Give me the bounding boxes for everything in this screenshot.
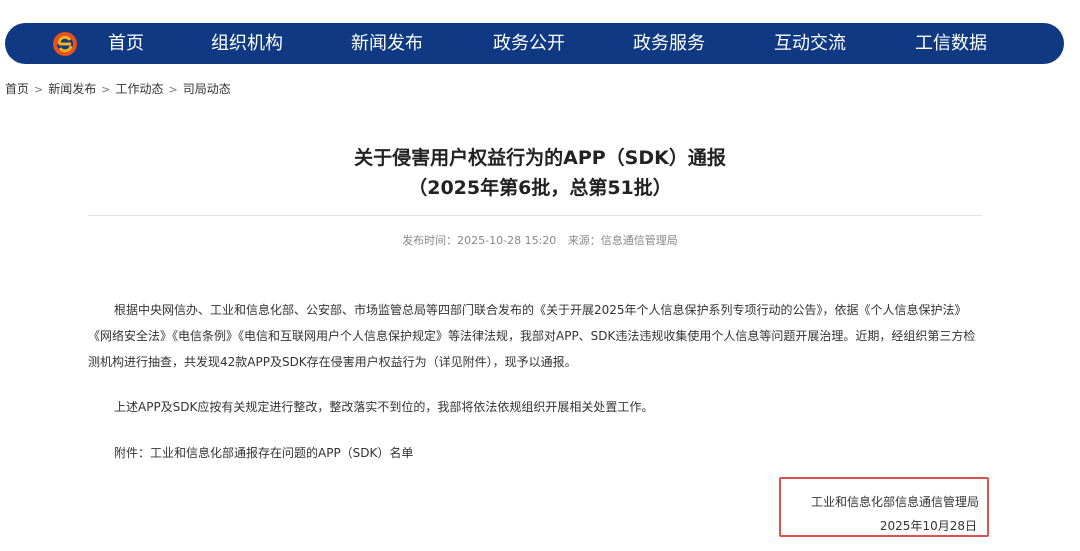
signature-date: 2025年10月28日 bbox=[879, 519, 977, 533]
article-subtitle: （2025年第6批，总第51批） bbox=[408, 177, 672, 199]
nav-item-data[interactable]: 工信数据 bbox=[915, 23, 987, 64]
article-paragraph-intro: 根据中央网信办、工业和信息化部、公安部、市场监管总局等四部门联合发布的《关于开展… bbox=[88, 303, 976, 369]
nav-item-government-services[interactable]: 政务服务 bbox=[633, 23, 705, 64]
article-paragraph-rectification: 上述APP及SDK应按有关规定进行整改，整改落实不到位的，我部将依法依规组织开展… bbox=[114, 400, 654, 414]
nav-item-organization[interactable]: 组织机构 bbox=[211, 23, 283, 64]
breadcrumb-news[interactable]: 新闻发布 bbox=[48, 82, 96, 96]
article-meta: 发布时间：2025-10-28 15:20 来源：信息通信管理局 bbox=[0, 232, 1080, 248]
article-attachment-link[interactable]: 附件：工业和信息化部通报存在问题的APP（SDK）名单 bbox=[88, 440, 984, 466]
signature-organization: 工业和信息化部信息通信管理局 bbox=[810, 495, 979, 509]
main-navigation-bar: 首页 组织机构 新闻发布 政务公开 政务服务 互动交流 工信数据 bbox=[5, 23, 1064, 64]
breadcrumb-separator: > bbox=[101, 83, 111, 96]
breadcrumb-separator: > bbox=[34, 83, 44, 96]
breadcrumb-department-updates[interactable]: 司局动态 bbox=[183, 82, 231, 96]
nav-item-news[interactable]: 新闻发布 bbox=[351, 23, 423, 64]
breadcrumb-work-updates[interactable]: 工作动态 bbox=[115, 82, 163, 96]
article-title: 关于侵害用户权益行为的APP（SDK）通报 bbox=[354, 147, 726, 169]
breadcrumb-home[interactable]: 首页 bbox=[5, 82, 29, 96]
breadcrumb-separator: > bbox=[168, 83, 178, 96]
article-source: 来源：信息通信管理局 bbox=[567, 234, 678, 247]
miit-logo-icon[interactable] bbox=[50, 30, 80, 58]
breadcrumb: 首页 > 新闻发布 > 工作动态 > 司局动态 bbox=[5, 80, 231, 97]
nav-item-interaction[interactable]: 互动交流 bbox=[774, 23, 846, 64]
title-divider bbox=[88, 215, 982, 216]
publish-time: 发布时间：2025-10-28 15:20 bbox=[402, 234, 557, 247]
signature-highlight-box: 工业和信息化部信息通信管理局 2025年10月28日 bbox=[779, 477, 989, 537]
nav-item-government-affairs[interactable]: 政务公开 bbox=[493, 23, 565, 64]
nav-item-home[interactable]: 首页 bbox=[108, 23, 144, 64]
